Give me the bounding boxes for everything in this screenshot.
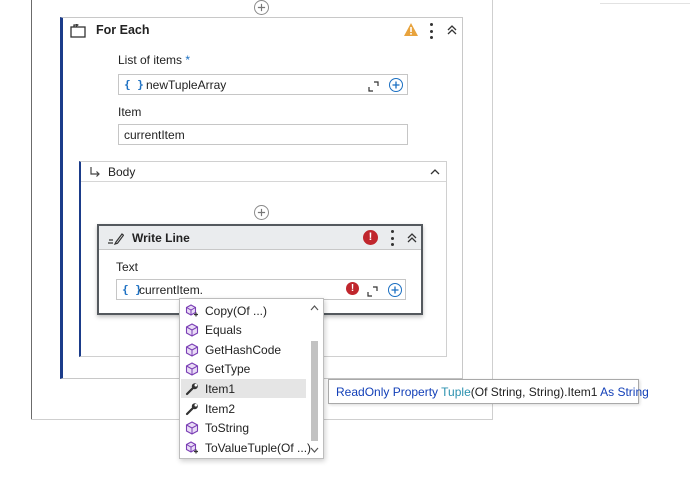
expand-editor-icon[interactable] xyxy=(368,81,379,92)
method-icon xyxy=(185,343,199,357)
autocomplete-item[interactable]: Equals xyxy=(181,321,306,340)
divider xyxy=(600,3,690,4)
autocomplete-item-label: ToString xyxy=(205,421,250,436)
autocomplete-item[interactable]: GetHashCode xyxy=(181,340,306,359)
item-value: currentItem xyxy=(124,128,185,142)
body-arrow-icon xyxy=(90,167,100,177)
collapse-double-chevron-icon[interactable] xyxy=(406,232,418,244)
write-line-title: Write Line xyxy=(132,231,190,245)
field-error-icon[interactable]: ! xyxy=(346,282,359,295)
loop-icon xyxy=(70,24,86,38)
body-header[interactable]: Body xyxy=(81,162,446,182)
add-activity-body-icon[interactable] xyxy=(254,205,269,220)
autocomplete-item[interactable]: ToString xyxy=(181,419,306,438)
autocomplete-item-label: GetHashCode xyxy=(205,342,282,357)
autocomplete-item-label: Equals xyxy=(205,323,242,338)
autocomplete-item-label: GetType xyxy=(205,362,251,377)
method-icon xyxy=(185,323,199,337)
autocomplete-item[interactable]: Copy(Of ...) xyxy=(181,301,306,320)
expression-braces-icon: { } xyxy=(124,78,144,91)
write-line-header[interactable]: Write Line ! xyxy=(99,226,421,250)
add-activity-top-icon[interactable] xyxy=(254,0,269,15)
collapse-double-chevron-icon[interactable] xyxy=(446,24,458,36)
list-of-items-field[interactable]: { } newTupleArray xyxy=(118,74,408,95)
list-of-items-label: List of items * xyxy=(118,53,191,67)
property-wrench-icon xyxy=(185,402,198,415)
for-each-header[interactable]: For Each xyxy=(63,18,462,44)
scroll-down-icon[interactable] xyxy=(310,447,319,453)
autocomplete-item-label: Copy(Of ...) xyxy=(205,303,268,318)
extension-method-icon xyxy=(185,441,198,454)
write-pen-icon xyxy=(108,233,124,245)
more-options-icon[interactable] xyxy=(429,23,433,39)
error-icon[interactable]: ! xyxy=(363,230,378,245)
autocomplete-dropdown[interactable]: Copy(Of ...) Equals GetHashCode GetType Item… xyxy=(179,298,324,459)
canvas-left-border xyxy=(31,0,32,420)
scroll-up-icon[interactable] xyxy=(310,305,319,311)
text-label: Text xyxy=(116,260,139,274)
add-variable-icon[interactable] xyxy=(388,283,402,297)
text-expression-field[interactable]: { } currentItem. ! xyxy=(116,279,406,300)
property-wrench-icon xyxy=(185,383,198,395)
autocomplete-item[interactable]: Item2 xyxy=(181,399,306,418)
more-options-icon[interactable] xyxy=(390,230,394,246)
for-each-title: For Each xyxy=(96,23,150,37)
item-label: Item xyxy=(118,105,142,119)
autocomplete-item-label: Item2 xyxy=(205,401,236,416)
autocomplete-item[interactable]: Item1 xyxy=(181,379,306,399)
add-variable-icon[interactable] xyxy=(389,78,403,92)
autocomplete-item[interactable]: ToValueTuple(Of ...) xyxy=(181,438,311,457)
body-title: Body xyxy=(108,165,136,179)
scrollbar-thumb[interactable] xyxy=(311,341,318,441)
text-expression-value: currentItem. xyxy=(139,283,204,297)
collapse-chevron-icon[interactable] xyxy=(429,166,441,178)
method-icon xyxy=(185,421,199,435)
expand-editor-icon[interactable] xyxy=(367,286,378,297)
canvas-right-border xyxy=(492,0,493,420)
list-of-items-value: newTupleArray xyxy=(146,78,227,92)
warning-icon[interactable] xyxy=(403,22,419,37)
autocomplete-item-label: Item1 xyxy=(205,381,236,396)
autocomplete-item[interactable]: GetType xyxy=(181,360,306,379)
extension-method-icon xyxy=(185,303,198,316)
autocomplete-item-label: ToValueTuple(Of ...) xyxy=(205,440,312,455)
member-tooltip: ReadOnly Property Tuple(Of String, Strin… xyxy=(328,379,649,404)
item-field[interactable]: currentItem xyxy=(118,124,408,145)
method-icon xyxy=(185,362,199,376)
